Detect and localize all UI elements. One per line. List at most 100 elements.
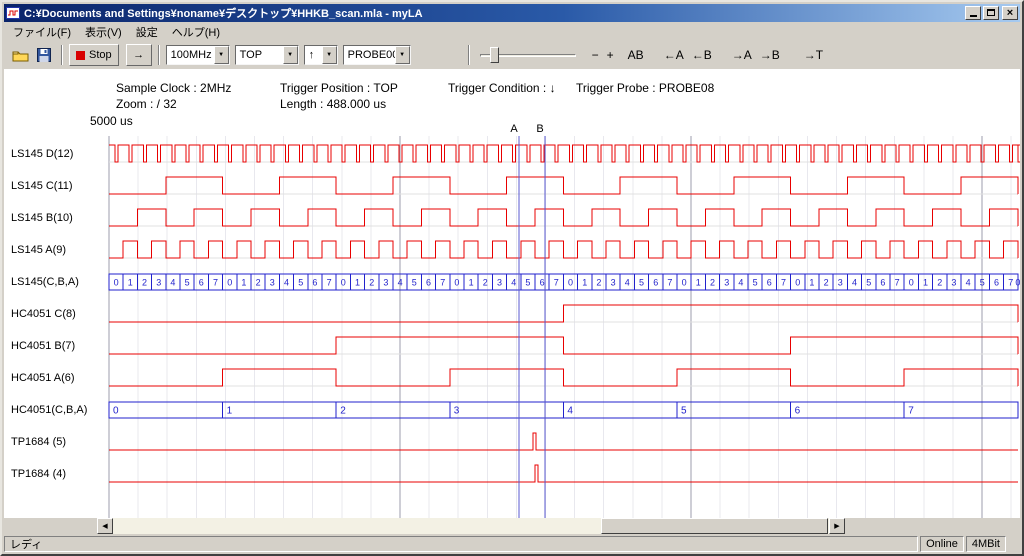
channel-label-10: TP1684 (4): [11, 466, 66, 482]
bus-value: 6: [767, 278, 772, 288]
bus-value: 6: [199, 278, 204, 288]
cursor-label-b: B: [536, 123, 543, 135]
menu-file[interactable]: ファイル(F): [6, 22, 78, 42]
zoom-in-button[interactable]: +: [603, 45, 618, 65]
bus-value: 1: [923, 278, 928, 288]
clock-select[interactable]: 100MHz ▼: [166, 45, 230, 65]
bus-cell: [563, 402, 677, 418]
bus-value: 5: [185, 278, 190, 288]
run-button[interactable]: →: [126, 44, 152, 66]
dropdown-arrow-icon[interactable]: ▼: [322, 46, 337, 64]
horizontal-scrollbar[interactable]: ◀ ▶: [97, 518, 845, 534]
bus-value: 0: [341, 278, 346, 288]
chevron-down-icon: ▼: [218, 52, 224, 58]
go-a-right-button[interactable]: →A: [728, 45, 756, 65]
bus-value: 5: [866, 278, 871, 288]
bus-value: 6: [795, 406, 801, 417]
bus-value: 0: [114, 278, 119, 288]
go-b-right-button[interactable]: →B: [756, 45, 784, 65]
trace-2: [109, 209, 1018, 226]
bus-cell: [677, 402, 791, 418]
zoom-text: Zoom : / 32: [116, 97, 177, 111]
save-floppy-icon: [37, 48, 51, 62]
app-icon: [6, 6, 20, 20]
bus-cell: [336, 402, 450, 418]
status-spacer: [1008, 536, 1020, 552]
time-per-division-label: 5000 us: [90, 114, 133, 128]
bus-value: 7: [1008, 278, 1013, 288]
bus-value: 1: [128, 278, 133, 288]
menu-help[interactable]: ヘルプ(H): [165, 22, 227, 42]
probe-select[interactable]: PROBE00 ▼: [343, 45, 411, 65]
maximize-icon: [987, 9, 995, 16]
menu-settings[interactable]: 設定: [129, 22, 165, 42]
bus-value: 0: [795, 278, 800, 288]
go-b-left-button[interactable]: ←B: [688, 45, 716, 65]
trigger-position-select[interactable]: TOP ▼: [235, 45, 299, 65]
bus-value: 2: [483, 278, 488, 288]
bus-value: 0: [682, 278, 687, 288]
bus-value: 0: [909, 278, 914, 288]
scroll-left-icon: ◀: [102, 522, 107, 530]
bus-value: 1: [582, 278, 587, 288]
trigger-position-value: TOP: [236, 46, 283, 64]
close-icon: ×: [1007, 7, 1013, 19]
bus-value: 1: [696, 278, 701, 288]
bus-value: 3: [383, 278, 388, 288]
bus-value: 0: [1015, 278, 1020, 288]
bus-value: 6: [426, 278, 431, 288]
waveform-canvas[interactable]: 0123456701234567012345670123456701234567…: [4, 69, 1020, 522]
minimize-button[interactable]: [965, 6, 981, 20]
bus-value: 7: [895, 278, 900, 288]
statusbar: レディ Online 4MBit: [4, 534, 1020, 552]
bus-value: 0: [454, 278, 459, 288]
slider-thumb[interactable]: [490, 47, 499, 63]
scroll-track[interactable]: [113, 518, 829, 534]
bus-cell: [450, 402, 564, 418]
bus-value: 0: [568, 278, 573, 288]
go-a-left-button[interactable]: ←A: [660, 45, 688, 65]
scroll-right-icon: ▶: [834, 522, 839, 530]
trigger-position-text: Trigger Position : TOP: [280, 81, 398, 95]
ab-button[interactable]: AB: [624, 45, 648, 65]
bus-value: 3: [270, 278, 275, 288]
titlebar[interactable]: C:¥Documents and Settings¥noname¥デスクトップ¥…: [4, 4, 1020, 22]
dropdown-arrow-icon[interactable]: ▼: [214, 46, 229, 64]
bus-value: 7: [554, 278, 559, 288]
trigger-edge-select[interactable]: ↑ ▼: [304, 45, 338, 65]
dropdown-arrow-icon[interactable]: ▼: [283, 46, 298, 64]
scroll-right-button[interactable]: ▶: [829, 518, 845, 534]
length-text: Length : 488.000 us: [280, 97, 386, 111]
maximize-button[interactable]: [983, 6, 999, 20]
bus-value: 7: [440, 278, 445, 288]
bus-value: 6: [880, 278, 885, 288]
bus-value: 2: [369, 278, 374, 288]
zoom-slider[interactable]: [480, 45, 576, 65]
trace-6: [109, 337, 1018, 354]
bus-value: 3: [454, 406, 460, 417]
app-window: C:¥Documents and Settings¥noname¥デスクトップ¥…: [0, 0, 1024, 556]
bus-value: 3: [724, 278, 729, 288]
go-trigger-button[interactable]: →T: [800, 45, 827, 65]
dropdown-arrow-icon[interactable]: ▼: [395, 46, 410, 64]
open-button[interactable]: [8, 45, 33, 65]
bus-value: 2: [710, 278, 715, 288]
zoom-out-button[interactable]: −: [588, 45, 603, 65]
bus-value: 2: [937, 278, 942, 288]
status-memory: 4MBit: [966, 536, 1006, 552]
channel-label-6: HC4051 B(7): [11, 338, 75, 354]
probe-select-value: PROBE00: [344, 46, 395, 64]
close-button[interactable]: ×: [1002, 6, 1018, 20]
bus-value: 4: [170, 278, 175, 288]
channel-label-3: LS145 A(9): [11, 242, 66, 258]
scroll-thumb[interactable]: [601, 518, 828, 534]
window-title: C:¥Documents and Settings¥noname¥デスクトップ¥…: [24, 5, 963, 21]
menu-view[interactable]: 表示(V): [78, 22, 129, 42]
scroll-left-button[interactable]: ◀: [97, 518, 113, 534]
save-button[interactable]: [33, 45, 55, 65]
bus-value: 1: [241, 278, 246, 288]
stop-button[interactable]: Stop: [69, 44, 119, 66]
bus-value: 4: [625, 278, 630, 288]
status-ready: レディ: [4, 536, 918, 552]
bus-value: 2: [340, 406, 346, 417]
